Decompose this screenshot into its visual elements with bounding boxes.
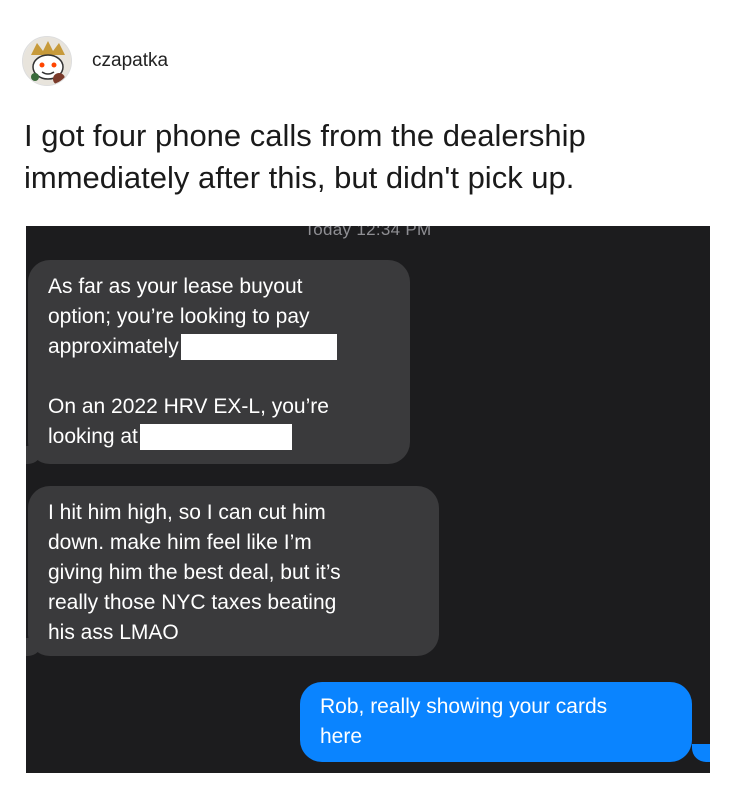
message-screenshot: Today 12:34 PM As far as your lease buyo… (26, 226, 710, 773)
redaction-box (180, 334, 337, 361)
username[interactable]: czapatka (92, 50, 168, 72)
post-title: I got four phone calls from the dealersh… (24, 118, 586, 195)
avatar[interactable] (22, 36, 72, 86)
message-line: approximately (48, 332, 390, 362)
outgoing-message: Rob, really showing your cards here (300, 682, 692, 762)
message-line: down. make him feel like I’m (48, 531, 312, 554)
snoo-avatar-icon (23, 37, 71, 85)
incoming-message-2: I hit him high, so I can cut him down. m… (28, 486, 439, 656)
message-line: looking at (48, 422, 390, 452)
message-line: As far as your lease buyout (48, 275, 303, 298)
redaction-box (139, 424, 292, 451)
message-line: On an 2022 HRV EX-L, you’re (48, 395, 329, 418)
message-line-text: looking at (48, 425, 138, 448)
message-line: Rob, really showing your cards (320, 695, 608, 718)
post-header: czapatka (22, 36, 168, 86)
incoming-message-1: As far as your lease buyout option; you’… (28, 260, 410, 464)
message-line: giving him the best deal, but it’s (48, 561, 341, 584)
bubble-tail (692, 744, 710, 762)
message-line: option; you’re looking to pay (48, 305, 310, 328)
message-timestamp: Today 12:34 PM (304, 226, 432, 239)
message-line-text: approximately (48, 335, 179, 358)
message-line: here (320, 725, 363, 748)
message-line: I hit him high, so I can cut him (48, 501, 326, 524)
message-line: really those NYC taxes beating (48, 591, 337, 614)
message-line: his ass LMAO (48, 621, 179, 644)
